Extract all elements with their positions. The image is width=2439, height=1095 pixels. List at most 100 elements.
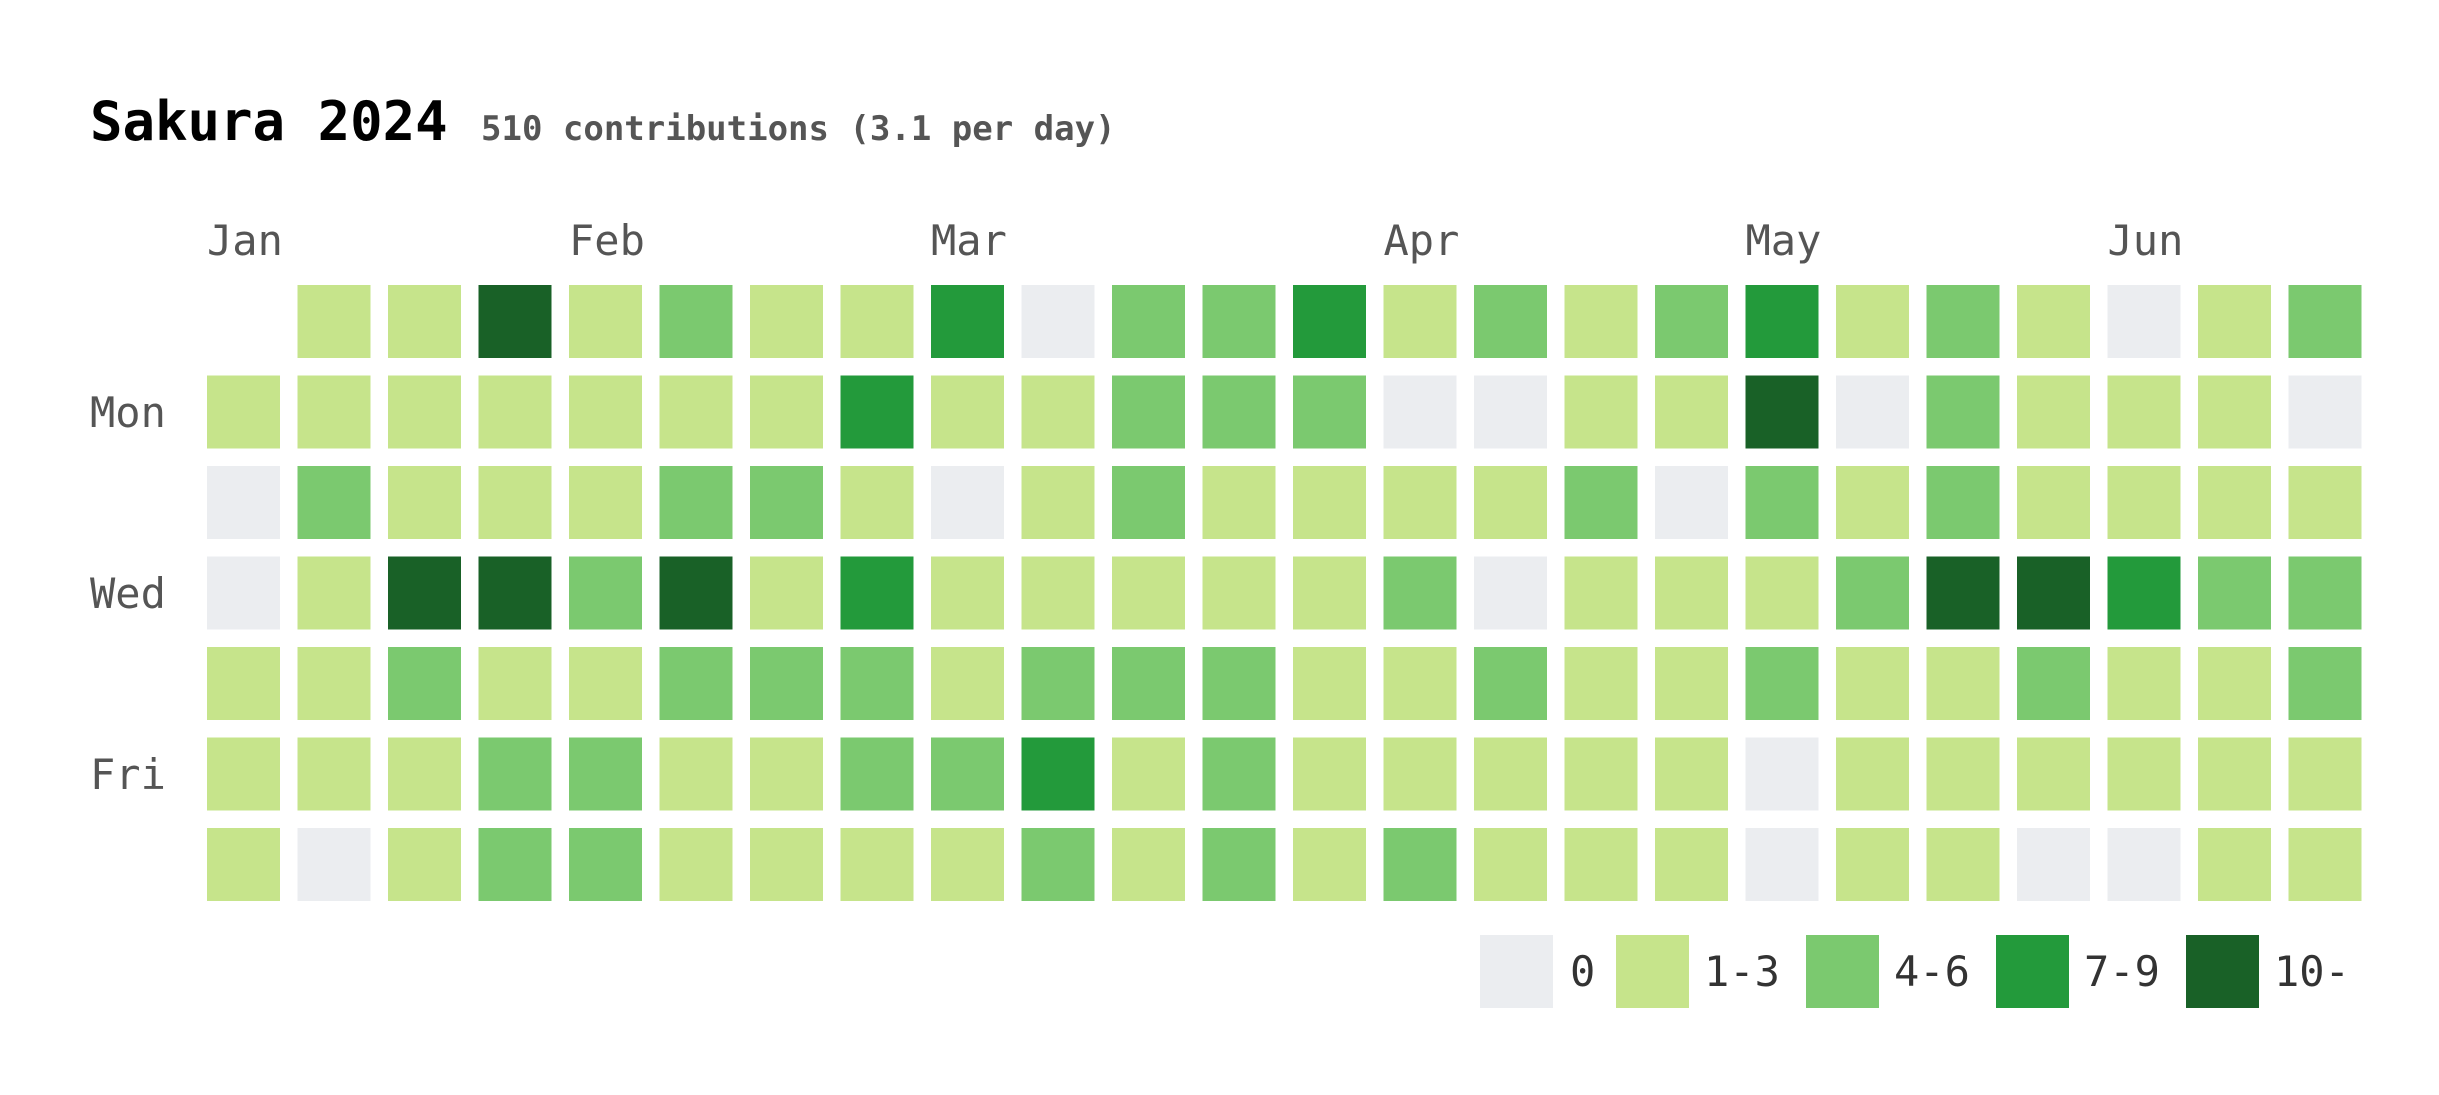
heatmap-cell <box>297 828 371 901</box>
heatmap-cell <box>931 375 1004 449</box>
heatmap-cell <box>1655 828 1728 901</box>
heatmap-cell <box>2288 285 2362 358</box>
heatmap-cell <box>1564 737 1638 811</box>
weekday-label: Wed <box>90 569 166 618</box>
heatmap-cell <box>1564 556 1638 630</box>
heatmap-cell <box>1293 375 1366 449</box>
legend-swatch <box>1480 935 1553 1008</box>
heatmap-cell <box>1745 737 1819 811</box>
heatmap-cell <box>1836 647 1909 720</box>
heatmap-cell <box>1021 285 1095 358</box>
heatmap-cell <box>1021 737 1095 811</box>
heatmap-cell <box>2288 828 2362 901</box>
heatmap-cell <box>1021 466 1095 539</box>
month-label: Feb <box>569 216 645 265</box>
heatmap-cell <box>2288 466 2362 539</box>
heatmap-cell <box>1383 375 1457 449</box>
heatmap-cell <box>207 828 280 901</box>
heatmap-cell <box>750 285 823 358</box>
heatmap-cell <box>659 647 733 720</box>
heatmap-cell <box>2017 828 2090 901</box>
heatmap-cell <box>1021 647 1095 720</box>
heatmap-cell <box>840 466 914 539</box>
heatmap-cell <box>1836 285 1909 358</box>
heatmap-cell <box>1112 285 1185 358</box>
heatmap-cell <box>1112 828 1185 901</box>
heatmap-cell <box>659 828 733 901</box>
heatmap-cell <box>1474 375 1547 449</box>
heatmap-cell <box>1655 375 1728 449</box>
heatmap-cell <box>840 375 914 449</box>
heatmap-cell <box>1021 828 1095 901</box>
heatmap-cell <box>207 375 280 449</box>
heatmap-cell <box>2107 556 2181 630</box>
heatmap-cell <box>1745 285 1819 358</box>
heatmap-cell <box>1926 556 2000 630</box>
heatmap-cell <box>297 647 371 720</box>
heatmap-cell <box>2198 375 2271 449</box>
heatmap-cell <box>478 466 552 539</box>
heatmap-cell <box>297 737 371 811</box>
heatmap-cell <box>931 647 1004 720</box>
heatmap-cell <box>2107 737 2181 811</box>
heatmap-cell <box>1021 375 1095 449</box>
heatmap-cell <box>297 466 371 539</box>
heatmap-cell <box>1383 285 1457 358</box>
heatmap-cell <box>1202 466 1276 539</box>
month-label: Jun <box>2108 216 2184 265</box>
heatmap-cell <box>1836 737 1909 811</box>
heatmap-cell <box>1202 556 1276 630</box>
heatmap-cell <box>1202 737 1276 811</box>
heatmap-cell <box>2017 647 2090 720</box>
heatmap-cell <box>2288 737 2362 811</box>
legend-swatch <box>2186 935 2259 1008</box>
chart-title: Sakura 2024 <box>90 90 448 153</box>
heatmap-cell <box>1293 828 1366 901</box>
legend-label: 0 <box>1570 947 1595 996</box>
heatmap-cell <box>1836 466 1909 539</box>
heatmap-cell <box>478 375 552 449</box>
month-label: Apr <box>1384 216 1460 265</box>
legend-label: 4-6 <box>1894 947 1970 996</box>
heatmap-cell <box>2017 285 2090 358</box>
heatmap-cell <box>297 556 371 630</box>
heatmap-cell <box>1655 285 1728 358</box>
heatmap-cell <box>2198 647 2271 720</box>
heatmap-cell <box>1745 466 1819 539</box>
heatmap-cell <box>388 466 461 539</box>
heatmap-cell <box>2288 556 2362 630</box>
heatmap-cell <box>659 466 733 539</box>
heatmap-cell <box>931 466 1004 539</box>
heatmap-cell <box>1202 647 1276 720</box>
heatmap-cell <box>1112 647 1185 720</box>
heatmap-cell <box>1474 285 1547 358</box>
heatmap-cell <box>840 285 914 358</box>
legend-swatch <box>1806 935 1879 1008</box>
heatmap-cell <box>2288 647 2362 720</box>
heatmap-cell <box>2107 466 2181 539</box>
heatmap-cell <box>1202 285 1276 358</box>
heatmap-cell <box>2198 285 2271 358</box>
weekday-labels: Mon Wed Fri <box>90 388 166 799</box>
heatmap-cell <box>297 285 371 358</box>
heatmap-cell <box>659 285 733 358</box>
heatmap-cell <box>840 737 914 811</box>
month-labels: Jan Feb Mar Apr May Jun <box>207 216 2183 265</box>
heatmap-cell <box>1383 466 1457 539</box>
heatmap-cell <box>569 828 642 901</box>
weekday-label: Fri <box>90 750 166 799</box>
chart-subtitle: 510 contributions (3.1 per day) <box>481 109 1116 149</box>
heatmap-cell <box>1383 828 1457 901</box>
heatmap-cell <box>1836 828 1909 901</box>
month-label: Mar <box>931 216 1007 265</box>
heatmap-cell <box>2198 556 2271 630</box>
heatmap-cell <box>1926 466 2000 539</box>
heatmap-cell <box>1655 466 1728 539</box>
heatmap-cell <box>1564 828 1638 901</box>
heatmap-cell <box>478 556 552 630</box>
heatmap-cell <box>478 828 552 901</box>
heatmap-cell <box>1564 285 1638 358</box>
legend-label: 7-9 <box>2084 947 2160 996</box>
contribution-heatmap: Sakura 2024 510 contributions (3.1 per d… <box>90 90 2362 1008</box>
heatmap-cell <box>1926 647 2000 720</box>
